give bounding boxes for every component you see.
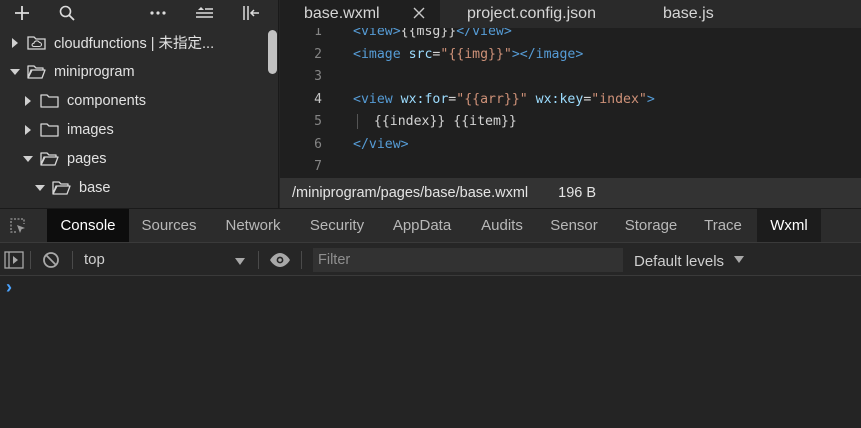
close-icon[interactable] (412, 6, 426, 25)
show-sidebar-icon[interactable] (4, 251, 24, 272)
tab-sensor[interactable]: Sensor (541, 209, 607, 242)
divider (72, 251, 73, 269)
chevron-down-icon (734, 251, 745, 268)
tree-item-label: cloudfunctions | 未指定... (54, 36, 215, 52)
eye-icon[interactable] (269, 252, 291, 271)
tab-base-js[interactable]: base.js (663, 0, 714, 28)
console-output[interactable]: › (0, 277, 861, 428)
tree-item-images[interactable]: images (0, 115, 266, 144)
chevron-down-icon[interactable] (21, 152, 35, 166)
tab-wxml[interactable]: Wxml (757, 209, 821, 242)
chevron-right-icon[interactable] (21, 94, 35, 108)
cloud-folder-icon (27, 35, 47, 51)
context-select[interactable]: top (84, 251, 250, 268)
tree-item-cloudfunctions[interactable]: cloudfunctions | 未指定... (0, 28, 266, 57)
outline-icon[interactable] (193, 2, 215, 24)
code-text: <view wx:for="{{arr}}" wx:key="index"> (353, 91, 655, 107)
tab-sources[interactable]: Sources (131, 209, 207, 242)
line-number: 7 (314, 158, 322, 174)
tree-scrollbar[interactable] (268, 30, 277, 74)
chevron-down-icon[interactable] (8, 65, 22, 79)
tab-base-wxml[interactable]: base.wxml (280, 0, 440, 28)
clear-console-icon[interactable] (42, 251, 60, 272)
filter-input[interactable] (313, 248, 623, 272)
code-editor[interactable]: 1 <view>{{msg}}</view> 2 <image src="{{i… (280, 20, 861, 178)
tab-trace[interactable]: Trace (694, 209, 752, 242)
tab-project-config[interactable]: project.config.json (467, 0, 596, 28)
search-icon[interactable] (56, 2, 78, 24)
tree-item-label: components (67, 92, 146, 109)
tab-appdata[interactable]: AppData (382, 209, 462, 242)
more-icon[interactable] (147, 2, 169, 24)
folder-open-icon (52, 180, 72, 196)
tree-item-label: base (79, 179, 111, 196)
collapse-panel-icon[interactable] (240, 2, 262, 24)
tree-item-miniprogram[interactable]: miniprogram (0, 57, 266, 86)
folder-open-icon (40, 151, 60, 167)
folder-open-icon (27, 64, 47, 80)
file-explorer: cloudfunctions | 未指定... miniprogram comp… (0, 0, 279, 208)
tab-label: base.js (663, 5, 714, 22)
tree-item-base[interactable]: base (0, 173, 266, 202)
chevron-down-icon[interactable] (33, 181, 47, 195)
folder-icon (40, 122, 60, 138)
code-text: </view> (353, 136, 409, 152)
file-path: /miniprogram/pages/base/base.wxml (292, 185, 529, 201)
tab-label: project.config.json (467, 5, 596, 22)
tree-item-label: images (67, 121, 114, 138)
line-number: 4 (314, 91, 322, 107)
editor-statusbar: /miniprogram/pages/base/base.wxml 196 B (280, 178, 861, 208)
chevron-right-icon[interactable] (21, 123, 35, 137)
tab-audits[interactable]: Audits (468, 209, 536, 242)
tab-network[interactable]: Network (212, 209, 294, 242)
explorer-toolbar (0, 0, 278, 28)
console-prompt: › (6, 277, 12, 297)
code-line: 7 (280, 155, 861, 177)
line-number: 3 (314, 68, 322, 84)
code-line: 6 </view> (280, 133, 861, 155)
line-number: 6 (314, 136, 322, 152)
tree-item-components[interactable]: components (0, 86, 266, 115)
chevron-down-icon (235, 253, 245, 270)
divider (301, 251, 302, 269)
tree-item-pages[interactable]: pages (0, 144, 266, 173)
code-line: 3 (280, 65, 861, 87)
context-value: top (84, 251, 105, 268)
folder-icon (40, 93, 60, 109)
devtools-tabbar: Console Sources Network Security AppData… (0, 208, 861, 242)
code-line: 2 <image src="{{img}}"></image> (280, 43, 861, 65)
add-icon[interactable] (11, 2, 33, 24)
tab-label: base.wxml (304, 5, 380, 22)
code-text: <image src="{{img}}"></image> (353, 46, 584, 62)
line-number: 2 (314, 46, 322, 62)
tree-item-label: miniprogram (54, 63, 135, 80)
editor-tabbar: base.wxml project.config.json base.js (280, 0, 861, 28)
code-line: 4 <view wx:for="{{arr}}" wx:key="index"> (280, 88, 861, 110)
chevron-right-icon[interactable] (8, 36, 22, 50)
file-size: 196 B (558, 185, 597, 201)
log-levels-label: Default levels (634, 253, 725, 270)
code-text: {{index}} {{item}} (353, 113, 517, 129)
code-line: 5 {{index}} {{item}} (280, 110, 861, 132)
divider (258, 251, 259, 269)
tab-storage[interactable]: Storage (613, 209, 689, 242)
log-levels-select[interactable]: Default levels (634, 251, 745, 270)
tab-security[interactable]: Security (298, 209, 376, 242)
divider (30, 251, 31, 269)
tab-console[interactable]: Console (47, 209, 129, 242)
console-toolbar: top Default levels (0, 242, 861, 276)
line-number: 5 (314, 113, 322, 129)
tree-item-label: pages (67, 150, 107, 167)
inspect-element-icon[interactable] (0, 209, 36, 242)
